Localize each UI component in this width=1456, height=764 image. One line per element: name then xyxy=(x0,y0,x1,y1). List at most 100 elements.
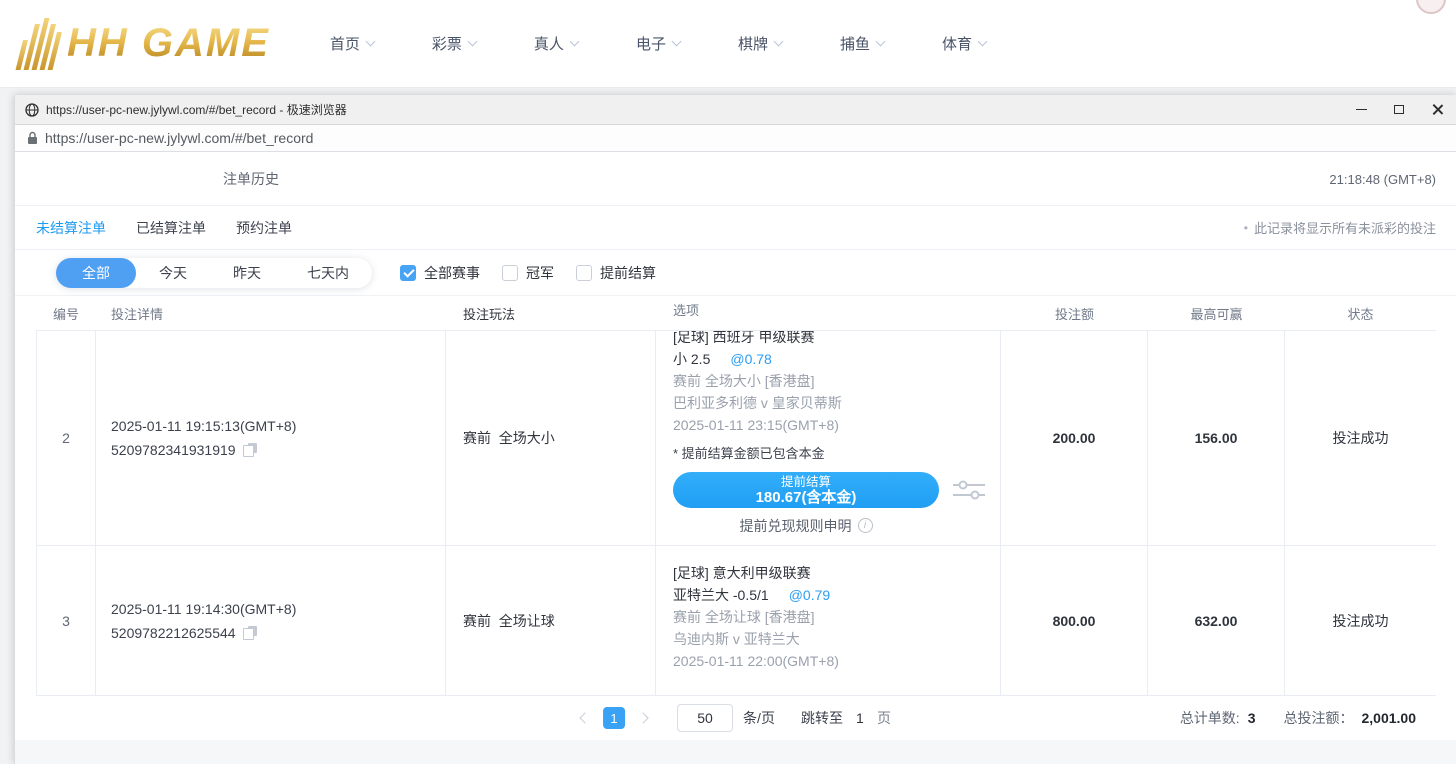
cell-amount: 800.00 xyxy=(1001,546,1148,695)
bet-record-page: 注单历史 21:18:48 (GMT+8) 未结算注单 已结算注单 预约注单 此… xyxy=(15,153,1456,764)
all-events-checkbox[interactable]: 全部赛事 xyxy=(400,263,480,283)
selection-line: 小 2.5 @0.78 xyxy=(673,348,990,370)
pill-all[interactable]: 全部 xyxy=(56,258,136,288)
bet-table: 编号 投注详情 投注玩法 选项 投注额 最高可赢 状态 2 2025-01-11… xyxy=(36,296,1436,740)
total-amount-value: 2,001.00 xyxy=(1362,710,1417,726)
nav-item-live[interactable]: 真人 xyxy=(534,33,578,54)
page-size-input[interactable] xyxy=(677,704,733,732)
pill-today[interactable]: 今天 xyxy=(136,258,210,288)
league-name: [足球] 西班牙 甲级联赛 xyxy=(673,331,990,348)
logo-text: HH GAME xyxy=(67,21,270,66)
site-logo[interactable]: HH GAME xyxy=(22,18,270,70)
filter-row: 全部 今天 昨天 七天内 全部赛事 冠军 提前结算 xyxy=(15,250,1456,296)
sliders-icon[interactable] xyxy=(953,479,985,501)
table-header: 编号 投注详情 投注玩法 选项 投注额 最高可赢 状态 xyxy=(36,296,1436,330)
close-icon xyxy=(1432,104,1443,115)
checkbox-checked-icon xyxy=(400,265,416,281)
copy-icon[interactable] xyxy=(243,626,257,640)
early-settle-checkbox[interactable]: 提前结算 xyxy=(576,263,656,283)
nav-label: 彩票 xyxy=(432,33,462,54)
chevron-down-icon xyxy=(569,37,579,47)
nav-label: 体育 xyxy=(942,33,972,54)
page-number-button[interactable]: 1 xyxy=(603,707,625,729)
bet-amount: 200.00 xyxy=(1053,430,1096,446)
maximize-button[interactable] xyxy=(1380,95,1418,125)
bet-id: 5209782341931919 xyxy=(111,438,236,462)
league-name: [足球] 意大利甲级联赛 xyxy=(673,562,990,584)
browser-window: https://user-pc-new.jylywl.com/#/bet_rec… xyxy=(14,95,1456,764)
jump-page-input[interactable] xyxy=(843,704,877,732)
minimize-icon xyxy=(1356,109,1367,111)
site-header: HH GAME 首页 彩票 真人 电子 棋牌 捕鱼 体育 xyxy=(0,0,1456,88)
total-amount: 总投注额： 2,001.00 xyxy=(1284,708,1417,728)
odds: @0.79 xyxy=(789,584,830,606)
window-title: https://user-pc-new.jylywl.com/#/bet_rec… xyxy=(46,101,347,118)
total-count-label: 总计单数: xyxy=(1180,708,1240,728)
url-text: https://user-pc-new.jylywl.com/#/bet_rec… xyxy=(45,130,313,146)
chevron-down-icon xyxy=(467,37,477,47)
browser-address-bar[interactable]: https://user-pc-new.jylywl.com/#/bet_rec… xyxy=(15,125,1456,152)
table-row: 3 2025-01-11 19:14:30(GMT+8) 52097822126… xyxy=(36,545,1436,695)
copy-icon[interactable] xyxy=(243,443,257,457)
cell-status: 投注成功 xyxy=(1285,331,1436,545)
cell-play: 赛前 全场大小 xyxy=(446,331,656,545)
status-badge: 投注成功 xyxy=(1333,428,1389,448)
cashout-button[interactable]: 提前结算 180.67(含本金) xyxy=(673,472,939,508)
cashout-row: 提前结算 180.67(含本金) xyxy=(673,472,990,508)
nav-item-cards[interactable]: 棋牌 xyxy=(738,33,782,54)
checkbox-unchecked-icon xyxy=(502,265,518,281)
nav-item-sports[interactable]: 体育 xyxy=(942,33,986,54)
max-win: 156.00 xyxy=(1195,430,1238,446)
max-win: 632.00 xyxy=(1195,613,1238,629)
total-count-value: 3 xyxy=(1248,710,1256,726)
checkbox-unchecked-icon xyxy=(576,265,592,281)
nav-label: 真人 xyxy=(534,33,564,54)
col-header-no: 编号 xyxy=(36,304,96,323)
cell-option: [足球] 西班牙 甲级联赛 小 2.5 @0.78 赛前 全场大小 [香港盘] … xyxy=(656,331,1001,545)
chevron-down-icon xyxy=(876,37,886,47)
bet-amount: 800.00 xyxy=(1053,613,1096,629)
nav-item-lottery[interactable]: 彩票 xyxy=(432,33,476,54)
cashout-button-amount: 180.67(含本金) xyxy=(756,490,857,506)
col-header-status: 状态 xyxy=(1285,304,1436,323)
logo-icon xyxy=(16,18,66,70)
tab-unsettled[interactable]: 未结算注单 xyxy=(36,218,106,238)
pill-seven-days[interactable]: 七天内 xyxy=(284,258,372,288)
table-row: 2 2025-01-11 19:15:13(GMT+8) 52097823419… xyxy=(36,330,1436,545)
pill-yesterday[interactable]: 昨天 xyxy=(210,258,284,288)
cell-play: 赛前 全场让球 xyxy=(446,546,656,695)
col-header-option: 选项 xyxy=(656,300,1001,327)
minimize-button[interactable] xyxy=(1342,95,1380,125)
chevron-down-icon xyxy=(672,37,682,47)
tab-settled[interactable]: 已结算注单 xyxy=(136,218,206,238)
cell-option: [足球] 意大利甲级联赛 亚特兰大 -0.5/1 @0.79 赛前 全场让球 [… xyxy=(656,546,1001,695)
status-badge: 投注成功 xyxy=(1333,611,1389,631)
bet-id-line: 5209782341931919 xyxy=(111,438,445,462)
bet-time: 2025-01-11 19:15:13(GMT+8) xyxy=(111,414,445,438)
bet-time: 2025-01-11 19:14:30(GMT+8) xyxy=(111,597,445,621)
cell-detail: 2025-01-11 19:15:13(GMT+8) 5209782341931… xyxy=(96,331,446,545)
chevron-right-icon[interactable] xyxy=(637,712,648,723)
chevron-down-icon xyxy=(365,37,375,47)
tab-reserved[interactable]: 预约注单 xyxy=(236,218,292,238)
chevron-left-icon[interactable] xyxy=(579,712,590,723)
chevron-down-icon xyxy=(774,37,784,47)
nav-item-home[interactable]: 首页 xyxy=(330,33,374,54)
info-icon[interactable] xyxy=(858,518,873,533)
market: 赛前 全场让球 [香港盘] xyxy=(673,606,990,628)
window-controls xyxy=(1342,95,1456,125)
page-bottom-filler xyxy=(15,740,1456,764)
totals: 总计单数: 3 总投注额： 2,001.00 xyxy=(1180,708,1416,728)
match-time: 2025-01-11 22:00(GMT+8) xyxy=(673,650,990,672)
champion-checkbox[interactable]: 冠军 xyxy=(502,263,554,283)
selection: 小 2.5 xyxy=(673,348,710,370)
cashout-rules-link[interactable]: 提前兑现规则申明 xyxy=(673,516,939,536)
cell-maxwin: 156.00 xyxy=(1148,331,1285,545)
nav-item-slots[interactable]: 电子 xyxy=(636,33,680,54)
browser-titlebar[interactable]: https://user-pc-new.jylywl.com/#/bet_rec… xyxy=(15,95,1456,125)
chevron-down-icon xyxy=(978,37,988,47)
teams: 乌迪内斯 v 亚特兰大 xyxy=(673,628,990,650)
close-button[interactable] xyxy=(1418,95,1456,125)
nav-item-fishing[interactable]: 捕鱼 xyxy=(840,33,884,54)
date-range-pills: 全部 今天 昨天 七天内 xyxy=(56,258,372,288)
